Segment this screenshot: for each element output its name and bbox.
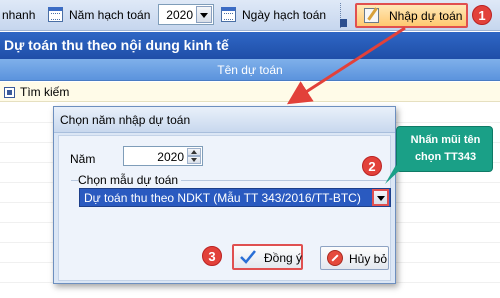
search-row[interactable]: Tìm kiếm <box>0 82 500 102</box>
template-select-value: Dự toán thu theo NDKT (Mẫu TT 343/2016/T… <box>84 191 361 205</box>
dialog-title-bar[interactable]: Chọn năm nhập dự toán <box>54 107 395 133</box>
page-title-bar: Dự toán thu theo nội dung kinh tế <box>0 32 500 59</box>
select-year-dialog: Chọn năm nhập dự toán Năm 2020 Chọn mẫu … <box>53 106 396 284</box>
callout-line-1: Nhấn mũi tên <box>410 134 481 146</box>
stepper-down-icon[interactable] <box>187 156 201 164</box>
step-badge-3: 3 <box>202 246 222 266</box>
import-estimate-button[interactable]: Nhập dự toán <box>355 3 468 28</box>
year-stepper-value: 2020 <box>157 150 184 164</box>
chevron-down-icon[interactable] <box>196 6 212 23</box>
column-header[interactable]: Tên dự toán <box>0 59 500 81</box>
date-label: Ngày hạch toán <box>242 8 327 22</box>
import-estimate-label: Nhập dự toán <box>389 9 463 23</box>
check-icon <box>240 250 256 264</box>
year-label: Năm hạch toán <box>69 8 151 22</box>
edit-icon <box>364 8 379 23</box>
ok-button-label: Đồng ý <box>264 251 303 265</box>
column-header-label: Tên dự toán <box>217 63 283 77</box>
year-stepper[interactable]: 2020 <box>123 146 203 166</box>
search-filter-icon[interactable] <box>4 87 15 98</box>
callout-line-2: chọn TT343 <box>414 151 477 163</box>
step-badge-1: 1 <box>472 5 492 25</box>
page-title: Dự toán thu theo nội dung kinh tế <box>4 37 229 53</box>
cancel-button[interactable]: Hủy bỏ <box>320 246 389 270</box>
calendar-icon <box>221 7 236 22</box>
year-select[interactable]: 2020 <box>158 4 214 25</box>
step-badge-2: 2 <box>362 156 382 176</box>
toolbar-left-text: nhanh <box>2 8 36 22</box>
cancel-button-label: Hủy bỏ <box>349 252 388 266</box>
search-label: Tìm kiếm <box>20 85 70 99</box>
year-select-value: 2020 <box>166 8 193 22</box>
template-label: Chọn mẫu dự toán <box>78 173 182 187</box>
dialog-year-label: Năm <box>70 152 96 166</box>
callout-note: Nhấn mũi tên chọn TT343 <box>396 126 493 172</box>
dialog-title: Chọn năm nhập dự toán <box>60 113 191 127</box>
stepper-up-icon[interactable] <box>187 148 201 156</box>
chevron-down-icon[interactable] <box>372 189 389 206</box>
template-select[interactable]: Dự toán thu theo NDKT (Mẫu TT 343/2016/T… <box>79 188 391 207</box>
toolbar-overflow-icon[interactable] <box>340 19 347 27</box>
toolbar: nhanh Năm hạch toán 2020 Ngày hạch toán … <box>0 0 500 31</box>
calendar-icon <box>48 7 63 22</box>
cancel-icon <box>327 250 343 266</box>
ok-button[interactable]: Đồng ý <box>232 244 303 270</box>
